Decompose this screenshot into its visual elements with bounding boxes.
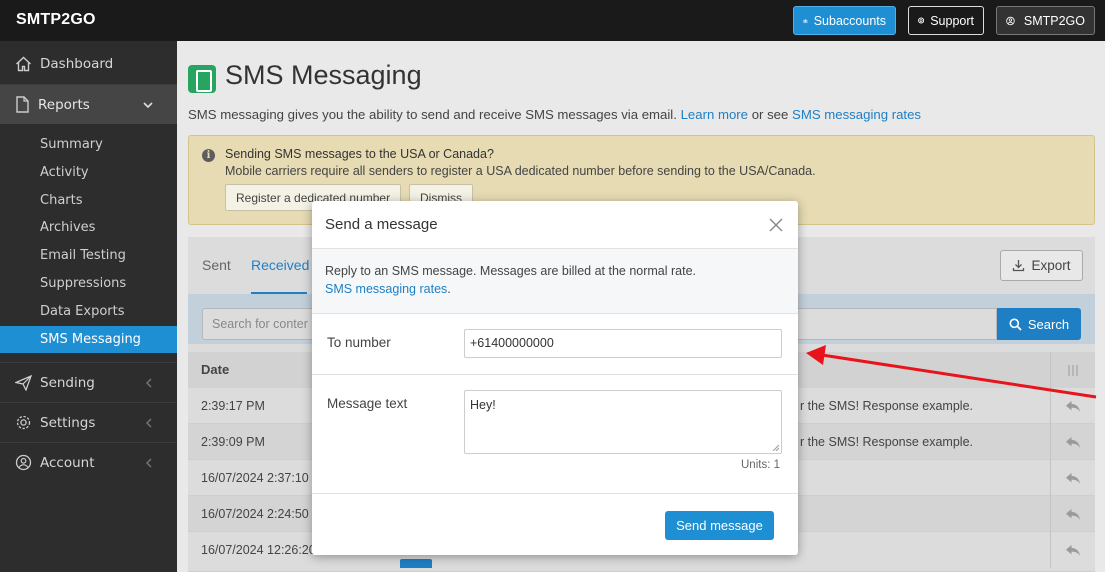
account-label: SMTP2GO <box>1023 13 1085 28</box>
document-icon <box>16 96 29 113</box>
reply-button[interactable] <box>1050 424 1095 460</box>
lifebuoy-icon <box>918 17 925 24</box>
sidebar-item-sms-messaging[interactable]: SMS Messaging <box>0 326 177 353</box>
reply-icon <box>1066 544 1080 556</box>
field-divider <box>312 374 798 375</box>
row-message: r the SMS! Response example. <box>800 399 973 413</box>
sidebar-item-label: Settings <box>40 414 96 431</box>
columns-toggle[interactable] <box>1050 352 1095 388</box>
sms-rates-link[interactable]: SMS messaging rates <box>792 107 921 122</box>
message-text-input[interactable]: Hey! <box>464 390 782 454</box>
row-date: 16/07/2024 2:24:50 <box>201 507 309 521</box>
sidebar-item-email-testing[interactable]: Email Testing <box>0 242 177 269</box>
sidebar-item-charts[interactable]: Charts <box>0 187 177 214</box>
row-date: 16/07/2024 2:37:10 <box>201 471 309 485</box>
home-icon <box>16 56 31 72</box>
sidebar: Dashboard Reports Summary Activity Chart… <box>0 41 177 572</box>
subaccounts-button[interactable]: Subaccounts <box>793 6 896 35</box>
reply-button[interactable] <box>1050 532 1095 568</box>
send-message-modal: Send a message Reply to an SMS message. … <box>312 201 798 555</box>
sidebar-item-label: Account <box>40 454 95 471</box>
intro-text: SMS messaging gives you the ability to s… <box>188 107 677 122</box>
reply-button[interactable] <box>1050 460 1095 496</box>
sms-page-icon <box>188 65 216 93</box>
sidebar-item-activity[interactable]: Activity <box>0 159 177 186</box>
close-icon[interactable] <box>768 217 784 233</box>
user-circle-icon <box>1006 16 1015 25</box>
sidebar-item-label: Reports <box>38 96 90 113</box>
row-date: 16/07/2024 12:26:20 <box>201 543 316 557</box>
chevron-left-icon <box>146 458 152 468</box>
export-label: Export <box>1031 258 1071 273</box>
page-title: SMS Messaging <box>225 60 422 90</box>
gear-icon <box>16 415 31 430</box>
support-button[interactable]: Support <box>908 6 984 35</box>
message-text-label: Message text <box>327 396 408 411</box>
modal-info-text: Reply to an SMS message. Messages are bi… <box>325 264 697 296</box>
modal-title: Send a message <box>325 216 438 233</box>
sidebar-item-reports[interactable]: Reports <box>0 84 177 124</box>
row-message: r the SMS! Response example. <box>800 435 973 449</box>
info-icon: i <box>202 149 215 162</box>
user-circle-icon <box>15 454 32 471</box>
chevron-left-icon <box>146 378 152 388</box>
users-icon <box>803 18 808 23</box>
sidebar-item-suppressions[interactable]: Suppressions <box>0 270 177 297</box>
reply-icon <box>1066 508 1080 520</box>
search-label: Search <box>1027 316 1070 332</box>
support-label: Support <box>930 13 974 28</box>
sidebar-item-summary[interactable]: Summary <box>0 131 177 158</box>
sidebar-item-label: Dashboard <box>40 56 114 72</box>
sidebar-item-data-exports[interactable]: Data Exports <box>0 298 177 325</box>
columns-icon <box>1068 364 1078 376</box>
tab-sent[interactable]: Sent <box>202 257 231 273</box>
units-count: Units: 1 <box>741 459 780 471</box>
subaccounts-label: Subaccounts <box>813 13 886 28</box>
reply-button[interactable] <box>1050 388 1095 424</box>
modal-sms-rates-link[interactable]: SMS messaging rates <box>325 282 447 296</box>
top-bar: SMTP2GO Subaccounts Support SMTP2GO <box>0 0 1105 41</box>
chevron-down-icon <box>143 102 153 109</box>
sidebar-item-sending[interactable]: Sending <box>0 362 177 402</box>
account-menu-button[interactable]: SMTP2GO <box>996 6 1095 35</box>
learn-more-link[interactable]: Learn more <box>681 107 748 122</box>
message-text-value: Hey! <box>470 398 496 412</box>
modal-divider <box>312 493 798 494</box>
reply-icon <box>1066 472 1080 484</box>
row-date: 2:39:17 PM <box>201 399 265 413</box>
smtp2go-logo[interactable]: SMTP2GO <box>16 11 96 29</box>
tab-received[interactable]: Received <box>251 257 309 273</box>
sidebar-item-label: Sending <box>40 374 95 391</box>
chevron-left-icon <box>146 418 152 428</box>
send-message-button[interactable]: Send message <box>665 511 774 540</box>
modal-divider <box>312 313 798 314</box>
search-button[interactable]: Search <box>997 308 1081 340</box>
row-date: 2:39:09 PM <box>201 435 265 449</box>
alert-text: Mobile carriers require all senders to r… <box>225 164 816 178</box>
sidebar-item-dashboard[interactable]: Dashboard <box>0 44 177 84</box>
download-icon <box>1013 260 1025 272</box>
reply-button[interactable] <box>1050 496 1095 532</box>
to-number-input[interactable]: +61400000000 <box>464 329 782 358</box>
alert-title: Sending SMS messages to the USA or Canad… <box>225 147 494 161</box>
intro-or-see: or see <box>751 107 789 122</box>
resize-handle-icon[interactable] <box>772 444 779 451</box>
row-status-badge <box>400 559 432 568</box>
search-icon <box>1009 318 1022 331</box>
column-header-date[interactable]: Date <box>201 362 229 377</box>
modal-info: Reply to an SMS message. Messages are bi… <box>312 249 798 313</box>
export-button[interactable]: Export <box>1000 250 1083 281</box>
reply-icon <box>1066 436 1080 448</box>
reply-icon <box>1066 400 1080 412</box>
sidebar-item-settings[interactable]: Settings <box>0 402 177 442</box>
to-number-label: To number <box>327 335 391 350</box>
page-intro: SMS messaging gives you the ability to s… <box>188 107 921 122</box>
sidebar-item-account[interactable]: Account <box>0 442 177 482</box>
sidebar-item-archives[interactable]: Archives <box>0 214 177 241</box>
paper-plane-icon <box>15 374 32 391</box>
